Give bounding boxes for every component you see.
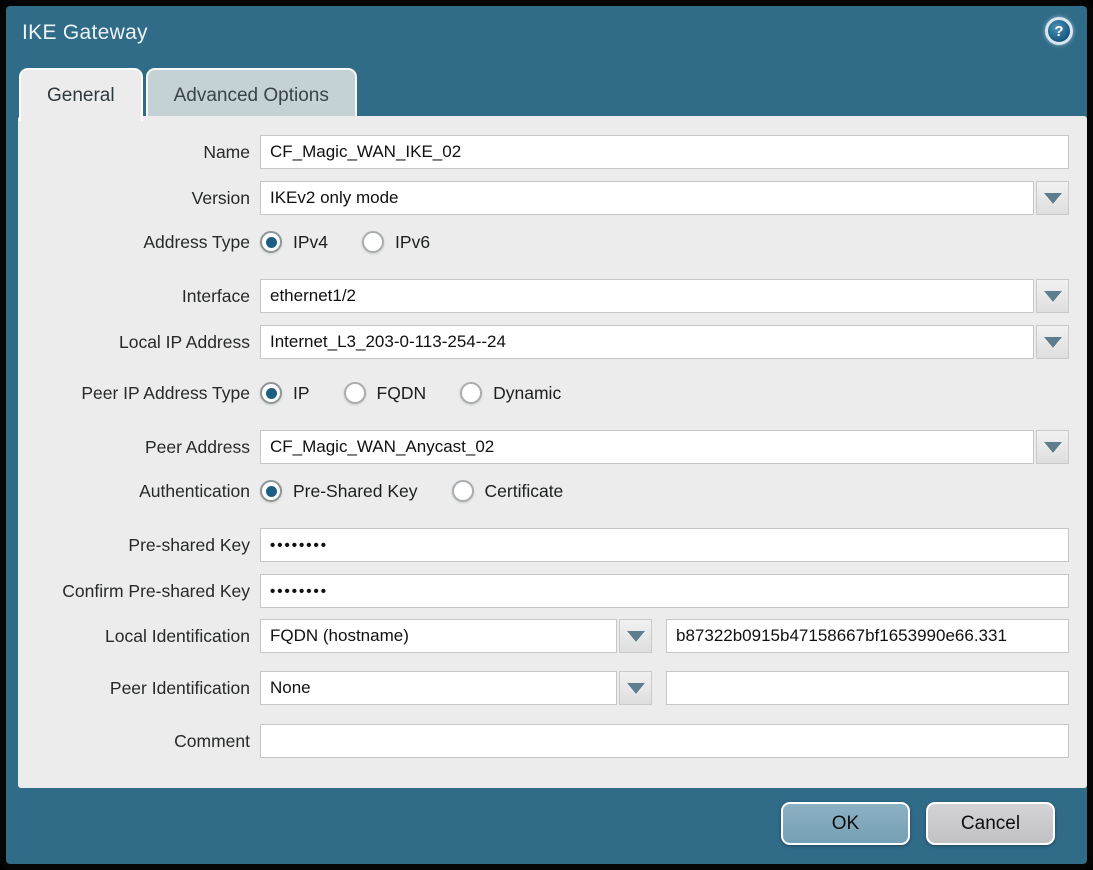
version-select[interactable] <box>260 181 1034 215</box>
peer-identification-row: Peer Identification <box>18 671 1087 705</box>
radio-ip[interactable]: IP <box>260 382 310 404</box>
authentication-label: Authentication <box>18 481 260 502</box>
interface-label: Interface <box>18 286 260 307</box>
radio-pre-shared-key[interactable]: Pre-Shared Key <box>260 480 418 502</box>
local-identification-label: Local Identification <box>18 626 260 647</box>
confirm-pre-shared-key-input[interactable] <box>260 574 1069 608</box>
help-icon[interactable]: ? <box>1045 17 1073 45</box>
peer-type-radio-group: IP FQDN Dynamic <box>260 382 595 404</box>
peer-address-dropdown-button[interactable] <box>1036 430 1069 464</box>
chevron-down-icon <box>1044 337 1062 348</box>
pre-shared-key-input[interactable] <box>260 528 1069 562</box>
radio-certificate-label: Certificate <box>485 481 564 502</box>
interface-dropdown-button[interactable] <box>1036 279 1069 313</box>
peer-ip-address-type-label: Peer IP Address Type <box>18 383 260 404</box>
radio-ip-control[interactable] <box>260 382 282 404</box>
radio-dynamic-label: Dynamic <box>493 383 561 404</box>
address-type-radio-group: IPv4 IPv6 <box>260 231 464 253</box>
radio-ipv6-control[interactable] <box>362 231 384 253</box>
peer-address-select[interactable] <box>260 430 1034 464</box>
cancel-button[interactable]: Cancel <box>926 802 1055 845</box>
radio-fqdn[interactable]: FQDN <box>344 382 427 404</box>
authentication-radio-group: Pre-Shared Key Certificate <box>260 480 597 502</box>
chevron-down-icon <box>1044 291 1062 302</box>
dialog-footer: OK Cancel <box>6 788 1087 864</box>
radio-ipv4-control[interactable] <box>260 231 282 253</box>
confirm-pre-shared-key-label: Confirm Pre-shared Key <box>18 581 260 602</box>
radio-certificate-control[interactable] <box>452 480 474 502</box>
radio-certificate[interactable]: Certificate <box>452 480 564 502</box>
local-identification-row: Local Identification <box>18 619 1087 653</box>
version-row: Version <box>18 181 1087 215</box>
name-input[interactable] <box>260 135 1069 169</box>
radio-fqdn-control[interactable] <box>344 382 366 404</box>
dialog-title: IKE Gateway <box>22 21 148 45</box>
radio-ip-label: IP <box>293 383 310 404</box>
radio-ipv6[interactable]: IPv6 <box>362 231 430 253</box>
peer-identification-value-input[interactable] <box>666 671 1069 705</box>
peer-address-label: Peer Address <box>18 437 260 458</box>
chevron-down-icon <box>1044 442 1062 453</box>
peer-identification-type-select[interactable] <box>260 671 617 705</box>
tab-general[interactable]: General <box>19 68 143 121</box>
radio-ipv4[interactable]: IPv4 <box>260 231 328 253</box>
address-type-row: Address Type IPv4 IPv6 <box>18 228 1087 256</box>
interface-row: Interface <box>18 279 1087 313</box>
ok-button[interactable]: OK <box>781 802 910 845</box>
local-ip-address-label: Local IP Address <box>18 332 260 353</box>
local-identification-dropdown-button[interactable] <box>619 619 652 653</box>
radio-dynamic-control[interactable] <box>460 382 482 404</box>
local-ip-address-select[interactable] <box>260 325 1034 359</box>
tab-advanced-options-label: Advanced Options <box>174 85 329 107</box>
radio-ipv6-label: IPv6 <box>395 232 430 253</box>
tab-bar: General Advanced Options <box>19 68 357 116</box>
version-dropdown-button[interactable] <box>1036 181 1069 215</box>
confirm-pre-shared-key-row: Confirm Pre-shared Key <box>18 574 1087 608</box>
pre-shared-key-row: Pre-shared Key <box>18 528 1087 562</box>
peer-identification-label: Peer Identification <box>18 678 260 699</box>
name-label: Name <box>18 142 260 163</box>
peer-ip-address-type-row: Peer IP Address Type IP FQDN Dynamic <box>18 379 1087 407</box>
chevron-down-icon <box>1044 193 1062 204</box>
radio-pre-shared-key-label: Pre-Shared Key <box>293 481 418 502</box>
address-type-label: Address Type <box>18 232 260 253</box>
authentication-row: Authentication Pre-Shared Key Certificat… <box>18 477 1087 505</box>
name-row: Name <box>18 135 1087 169</box>
interface-select[interactable] <box>260 279 1034 313</box>
peer-identification-dropdown-button[interactable] <box>619 671 652 705</box>
radio-ipv4-label: IPv4 <box>293 232 328 253</box>
tab-general-label: General <box>47 85 115 107</box>
comment-row: Comment <box>18 724 1087 758</box>
local-identification-value-input[interactable] <box>666 619 1069 653</box>
radio-pre-shared-key-control[interactable] <box>260 480 282 502</box>
comment-input[interactable] <box>260 724 1069 758</box>
chevron-down-icon <box>627 683 645 694</box>
general-tab-panel: Name Version Address Type <box>18 116 1087 788</box>
version-label: Version <box>18 188 260 209</box>
tab-advanced-options[interactable]: Advanced Options <box>146 68 357 121</box>
local-identification-type-select[interactable] <box>260 619 617 653</box>
local-ip-address-row: Local IP Address <box>18 325 1087 359</box>
dialog-titlebar: IKE Gateway ? <box>6 6 1087 68</box>
chevron-down-icon <box>627 631 645 642</box>
comment-label: Comment <box>18 731 260 752</box>
radio-dynamic[interactable]: Dynamic <box>460 382 561 404</box>
peer-address-row: Peer Address <box>18 430 1087 464</box>
local-ip-dropdown-button[interactable] <box>1036 325 1069 359</box>
radio-fqdn-label: FQDN <box>377 383 427 404</box>
pre-shared-key-label: Pre-shared Key <box>18 535 260 556</box>
ike-gateway-dialog: IKE Gateway ? General Advanced Options N… <box>0 0 1093 870</box>
